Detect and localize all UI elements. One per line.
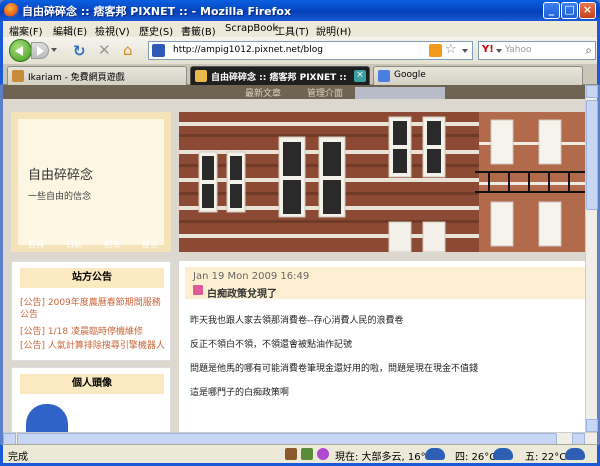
post-paragraph: 這是哪門子的白痴政策啊 bbox=[190, 388, 290, 398]
weather-friday[interactable]: 五: 22°C bbox=[525, 448, 566, 463]
menu-tools[interactable]: 工具(T) bbox=[275, 23, 309, 38]
addon-icon[interactable] bbox=[317, 448, 329, 460]
menu-edit[interactable]: 編輯(E) bbox=[53, 23, 87, 38]
weather-thursday[interactable]: 四: 26°C bbox=[455, 448, 496, 463]
status-text: 完成 bbox=[8, 452, 28, 463]
post-paragraph: 反正不領白不領，不領還會被點油作記號 bbox=[190, 340, 353, 350]
address-url[interactable]: http://ampig1012.pixnet.net/blog bbox=[173, 45, 323, 55]
maximize-button[interactable]: □ bbox=[561, 2, 578, 19]
tab-label: 自由碎碎念 :: 痞客邦 PIXNET :: bbox=[211, 73, 347, 83]
cloud-icon bbox=[565, 448, 585, 460]
vertical-scroll-thumb[interactable] bbox=[586, 100, 598, 210]
post-paragraph: 昨天我也跟人家去領那消費卷--存心消費人民的浪費卷 bbox=[190, 316, 404, 326]
google-favicon-icon bbox=[378, 70, 390, 82]
post-pin-icon bbox=[193, 285, 203, 295]
tab-label: Ikariam - 免費網頁遊戲 bbox=[28, 73, 125, 83]
post-date: Jan 19 Mon 2009 16:49 bbox=[193, 271, 310, 282]
search-engine-icon[interactable]: Y! bbox=[482, 44, 494, 55]
header-link-album[interactable]: 相簿 bbox=[104, 239, 120, 250]
announcement-item[interactable]: [公告] 人氣計算排除搜尋引擎機器人 bbox=[20, 338, 165, 351]
blog-content: 自由碎碎念 一些自由的信念 首頁 日誌 相簿 留言 站方公告 [公告] 2009… bbox=[3, 99, 585, 432]
scroll-up-button[interactable] bbox=[586, 85, 598, 98]
page-viewport: 最新文章 管理介面 自由碎碎念 一些自由的信念 首頁 日誌 相簿 留言 站方公告… bbox=[3, 85, 585, 432]
tab-google[interactable]: Google bbox=[373, 66, 583, 85]
building-illustration bbox=[179, 112, 585, 252]
scroll-down-button[interactable] bbox=[586, 419, 598, 432]
post-paragraph: 問題是他馬的哪有可能消費卷筆現金還好用的啦，問題是現在現金不值錢 bbox=[190, 364, 479, 374]
blog-subtitle: 一些自由的信念 bbox=[28, 192, 92, 202]
tab-bar: Ikariam - 免費網頁遊戲 自由碎碎念 :: 痞客邦 PIXNET :: … bbox=[0, 64, 600, 85]
reload-icon[interactable]: ↻ bbox=[73, 42, 86, 60]
search-icon[interactable]: ⌕ bbox=[585, 43, 592, 58]
cloud-icon bbox=[493, 448, 513, 460]
announcement-item[interactable]: [公告] 1/18 凌晨臨時停機維修 bbox=[20, 324, 143, 337]
close-tab-icon[interactable]: × bbox=[354, 70, 366, 82]
avatar-icon[interactable] bbox=[26, 404, 68, 432]
cloud-icon bbox=[425, 448, 445, 460]
admin-link[interactable]: 管理介面 bbox=[307, 86, 343, 99]
pixnet-favicon-icon bbox=[195, 70, 207, 82]
rss-feed-icon[interactable] bbox=[429, 44, 442, 57]
home-icon[interactable]: ⌂ bbox=[123, 41, 133, 59]
navigation-toolbar: ↻ ✕ ⌂ http://ampig1012.pixnet.net/blog ☆… bbox=[0, 37, 600, 64]
site-favicon-icon bbox=[152, 44, 165, 57]
history-dropdown-icon[interactable] bbox=[51, 48, 57, 52]
vertical-scrollbar[interactable] bbox=[585, 85, 598, 432]
engine-dropdown-icon[interactable] bbox=[496, 49, 502, 53]
avatar-title: 個人頭像 bbox=[20, 374, 164, 394]
address-bar[interactable]: http://ampig1012.pixnet.net/blog ☆ bbox=[148, 41, 473, 60]
stop-icon[interactable]: ✕ bbox=[98, 41, 111, 59]
blog-title[interactable]: 自由碎碎念 bbox=[28, 164, 93, 183]
blog-top-nav: 最新文章 管理介面 bbox=[3, 85, 585, 100]
tab-label: Google bbox=[394, 70, 426, 80]
latest-posts-link[interactable]: 最新文章 bbox=[245, 86, 281, 99]
header-building-photo bbox=[179, 112, 585, 252]
window-title: 自由碎碎念 :: 痞客邦 PIXNET :: - Mozilla Firefox bbox=[22, 5, 292, 18]
addon-icon[interactable] bbox=[285, 448, 297, 460]
status-bar: 完成 現在: 大部多云, 16°C 四: 26°C 五: 22°C bbox=[0, 444, 600, 466]
menu-history[interactable]: 歷史(S) bbox=[139, 23, 173, 38]
announcement-box: 站方公告 [公告] 2009年度農曆春節期間服務 公告 [公告] 1/18 凌晨… bbox=[11, 261, 171, 361]
bookmark-star-icon[interactable]: ☆ bbox=[445, 42, 457, 57]
menu-bookmarks[interactable]: 書籤(B) bbox=[181, 23, 216, 38]
ikariam-favicon-icon bbox=[12, 70, 24, 82]
announcement-title: 站方公告 bbox=[20, 268, 164, 288]
announcement-item[interactable]: 公告 bbox=[20, 307, 38, 320]
minimize-button[interactable]: _ bbox=[543, 2, 560, 19]
window-title-bar: 自由碎碎念 :: 痞客邦 PIXNET :: - Mozilla Firefox… bbox=[0, 0, 600, 21]
menu-bar: 檔案(F) 編輯(E) 檢視(V) 歷史(S) 書籤(B) ScrapBook … bbox=[0, 21, 600, 38]
search-box[interactable]: Y! Yahoo ⌕ bbox=[478, 41, 596, 60]
menu-view[interactable]: 檢視(V) bbox=[95, 23, 130, 38]
menu-help[interactable]: 說明(H) bbox=[316, 23, 351, 38]
post-title[interactable]: 白痴政策兌現了 bbox=[207, 285, 277, 300]
tab-ikariam[interactable]: Ikariam - 免費網頁遊戲 bbox=[7, 66, 187, 85]
post-header: Jan 19 Mon 2009 16:49 白痴政策兌現了 bbox=[185, 267, 585, 300]
addon-icon[interactable] bbox=[301, 448, 313, 460]
blog-post: Jan 19 Mon 2009 16:49 白痴政策兌現了 昨天我也跟人家去領那… bbox=[179, 261, 585, 432]
header-link-home[interactable]: 首頁 bbox=[28, 239, 44, 250]
search-placeholder[interactable]: Yahoo bbox=[505, 45, 532, 55]
menu-scrapbook[interactable]: ScrapBook bbox=[225, 23, 278, 34]
avatar-box: 個人頭像 bbox=[11, 367, 171, 432]
announcement-item[interactable]: [公告] 2009年度農曆春節期間服務 bbox=[20, 295, 161, 308]
back-button[interactable] bbox=[9, 39, 32, 62]
tab-blog[interactable]: 自由碎碎念 :: 痞客邦 PIXNET :: × bbox=[190, 66, 370, 85]
menu-file[interactable]: 檔案(F) bbox=[9, 23, 43, 38]
weather-now[interactable]: 現在: 大部多云, 16°C bbox=[335, 448, 433, 463]
header-link-blog[interactable]: 日誌 bbox=[66, 239, 82, 250]
blog-header: 自由碎碎念 一些自由的信念 首頁 日誌 相簿 留言 bbox=[11, 112, 171, 252]
header-link-guestbook[interactable]: 留言 bbox=[142, 239, 158, 250]
firefox-icon bbox=[4, 3, 19, 18]
forward-button[interactable] bbox=[31, 42, 49, 59]
close-window-button[interactable]: × bbox=[579, 2, 596, 19]
address-dropdown-icon[interactable] bbox=[462, 49, 468, 53]
horizontal-scrollbar[interactable] bbox=[3, 432, 597, 445]
